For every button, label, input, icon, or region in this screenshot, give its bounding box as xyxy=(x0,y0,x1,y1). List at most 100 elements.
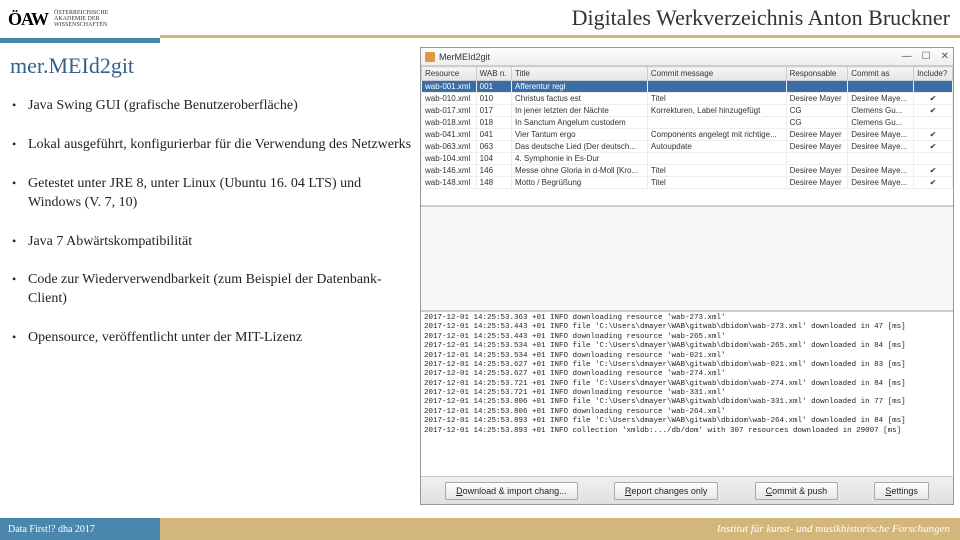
log-line: 2017-12-01 14:25:53.721 +01 INFO file 'C… xyxy=(424,380,950,389)
log-line: 2017-12-01 14:25:53.363 +01 INFO downloa… xyxy=(424,314,950,323)
table-cell: ✔ xyxy=(914,141,953,153)
bullet-list: Java Swing GUI (grafische Benutzeroberfl… xyxy=(10,97,412,348)
table-cell: In jener letzten der Nächte xyxy=(511,105,647,117)
table-cell: Components angelegt mit richtige... xyxy=(647,129,786,141)
table-cell: Desiree Maye... xyxy=(848,129,914,141)
table-cell: wab-017.xml xyxy=(422,105,477,117)
table-cell: ✔ xyxy=(914,177,953,189)
table-cell xyxy=(786,153,848,165)
log-line: 2017-12-01 14:25:53.443 +01 INFO downloa… xyxy=(424,333,950,342)
table-cell: Clemens Gu... xyxy=(848,105,914,117)
table-cell: 104 xyxy=(476,153,511,165)
table-row[interactable]: wab-010.xml010Christus factus estTitelDe… xyxy=(422,93,953,105)
table-cell: wab-104.xml xyxy=(422,153,477,165)
download-button[interactable]: Download & import chang... xyxy=(445,482,578,500)
table-cell: Vier Tantum ergo xyxy=(511,129,647,141)
maximize-button[interactable]: ☐ xyxy=(922,51,931,62)
table-cell: wab-146.xml xyxy=(422,165,477,177)
table-row[interactable]: wab-041.xml041Vier Tantum ergoComponents… xyxy=(422,129,953,141)
table-cell: Desiree Mayer xyxy=(786,141,848,153)
table-row[interactable]: wab-146.xml146Messe ohne Gloria in d-Mol… xyxy=(422,165,953,177)
log-line: 2017-12-01 14:25:53.806 +01 INFO downloa… xyxy=(424,408,950,417)
table-cell: Desiree Mayer xyxy=(786,93,848,105)
log-line: 2017-12-01 14:25:53.806 +01 INFO file 'C… xyxy=(424,398,950,407)
titlebar[interactable]: MerMEId2git — ☐ ✕ xyxy=(421,48,953,66)
table-cell xyxy=(848,81,914,93)
table-cell: 148 xyxy=(476,177,511,189)
table-cell xyxy=(914,153,953,165)
table-cell: ✔ xyxy=(914,93,953,105)
bullet-item: Java Swing GUI (grafische Benutzeroberfl… xyxy=(10,97,412,116)
commit-button[interactable]: Commit & push xyxy=(755,482,839,500)
table-cell: wab-041.xml xyxy=(422,129,477,141)
footer-mid xyxy=(160,518,707,540)
column-header[interactable]: Title xyxy=(511,67,647,81)
table-cell: 041 xyxy=(476,129,511,141)
table-cell: Das deutsche Lied (Der deutsch... xyxy=(511,141,647,153)
footer-right: Institut für kunst- und musikhistorische… xyxy=(707,518,960,540)
log-line: 2017-12-01 14:25:53.721 +01 INFO downloa… xyxy=(424,389,950,398)
table-cell: Desiree Maye... xyxy=(848,93,914,105)
table-cell: Autoupdate xyxy=(647,141,786,153)
log-line: 2017-12-01 14:25:53.893 +01 INFO file 'C… xyxy=(424,417,950,426)
table-cell: ✔ xyxy=(914,165,953,177)
minimize-button[interactable]: — xyxy=(902,51,912,62)
column-header[interactable]: Include? xyxy=(914,67,953,81)
slide-text: mer.MEId2git Java Swing GUI (grafische B… xyxy=(0,43,420,513)
log-line: 2017-12-01 14:25:53.627 +01 INFO downloa… xyxy=(424,370,950,379)
table-cell: Messe ohne Gloria in d-Moll [Kro... xyxy=(511,165,647,177)
table-cell: Desiree Mayer xyxy=(786,165,848,177)
table-cell: Desiree Maye... xyxy=(848,177,914,189)
table-cell: 4. Symphonie in Es-Dur xyxy=(511,153,647,165)
table-cell: Clemens Gu... xyxy=(848,117,914,129)
table-cell: wab-148.xml xyxy=(422,177,477,189)
data-table[interactable]: ResourceWAB n.TitleCommit messageRespons… xyxy=(421,66,953,189)
table-row[interactable]: wab-148.xml148Motto / BegrüßungTitelDesi… xyxy=(422,177,953,189)
table-cell: Desiree Maye... xyxy=(848,141,914,153)
table-cell: 018 xyxy=(476,117,511,129)
report-button[interactable]: Report changes only xyxy=(614,482,719,500)
log-line: 2017-12-01 14:25:53.534 +01 INFO downloa… xyxy=(424,352,950,361)
log-line: 2017-12-01 14:25:53.893 +01 INFO collect… xyxy=(424,427,950,436)
table-cell: In Sanctum Angelum custodem xyxy=(511,117,647,129)
log-line: 2017-12-01 14:25:53.443 +01 INFO file 'C… xyxy=(424,323,950,332)
settings-button[interactable]: Settings xyxy=(874,482,929,500)
log-line: 2017-12-01 14:25:53.627 +01 INFO file 'C… xyxy=(424,361,950,370)
column-header[interactable]: WAB n. xyxy=(476,67,511,81)
log-panel[interactable]: 2017-12-01 14:25:53.363 +01 INFO downloa… xyxy=(421,311,953,476)
table-cell xyxy=(647,117,786,129)
table-cell: 010 xyxy=(476,93,511,105)
table-cell: 063 xyxy=(476,141,511,153)
data-table-wrap: ResourceWAB n.TitleCommit messageRespons… xyxy=(421,66,953,206)
table-cell: wab-010.xml xyxy=(422,93,477,105)
column-header[interactable]: Commit as xyxy=(848,67,914,81)
table-cell: Afferentur regi xyxy=(511,81,647,93)
table-row[interactable]: wab-018.xml018In Sanctum Angelum custode… xyxy=(422,117,953,129)
table-cell: ✔ xyxy=(914,105,953,117)
table-cell: Motto / Begrüßung xyxy=(511,177,647,189)
table-cell: CG xyxy=(786,117,848,129)
table-cell: 017 xyxy=(476,105,511,117)
app-window: MerMEId2git — ☐ ✕ ResourceWAB n.TitleCom… xyxy=(420,47,954,505)
close-button[interactable]: ✕ xyxy=(941,51,949,62)
window-title: MerMEId2git xyxy=(439,52,490,62)
column-header[interactable]: Commit message xyxy=(647,67,786,81)
table-row[interactable]: wab-104.xml1044. Symphonie in Es-Dur xyxy=(422,153,953,165)
table-cell: CG xyxy=(786,105,848,117)
table-cell: ✔ xyxy=(914,129,953,141)
column-header[interactable]: Responsable xyxy=(786,67,848,81)
table-row[interactable]: wab-017.xml017In jener letzten der Nächt… xyxy=(422,105,953,117)
table-cell xyxy=(914,81,953,93)
bullet-item: Opensource, veröffentlicht unter der MIT… xyxy=(10,329,412,348)
spacer xyxy=(421,206,953,311)
logo-block: ÖAW ÖSTERREICHISCHE AKADEMIE DER WISSENS… xyxy=(0,0,160,38)
bullet-item: Lokal ausgeführt, konfigurierbar für die… xyxy=(10,136,412,155)
table-cell: Desiree Mayer xyxy=(786,129,848,141)
table-cell: Korrekturen, Label hinzugefügt xyxy=(647,105,786,117)
bullet-item: Code zur Wiederverwendbarkeit (zum Beisp… xyxy=(10,271,412,309)
table-cell: wab-063.xml xyxy=(422,141,477,153)
table-row[interactable]: wab-001.xml001Afferentur regi xyxy=(422,81,953,93)
column-header[interactable]: Resource xyxy=(422,67,477,81)
table-row[interactable]: wab-063.xml063Das deutsche Lied (Der deu… xyxy=(422,141,953,153)
footer-left: Data First!? dha 2017 xyxy=(0,518,160,540)
